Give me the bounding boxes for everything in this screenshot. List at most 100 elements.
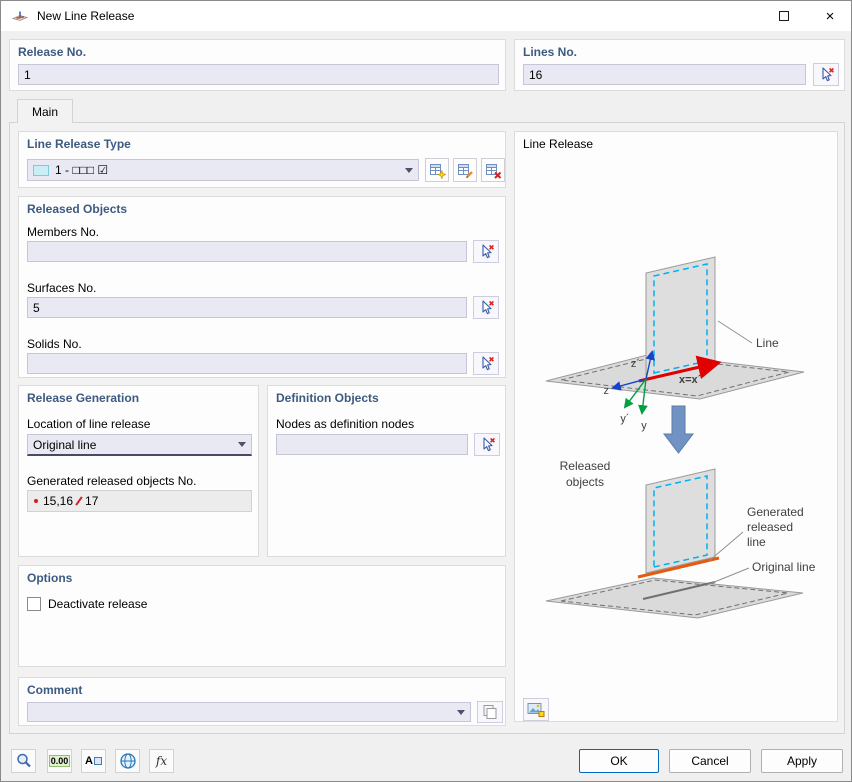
display-options-button[interactable]: A	[81, 749, 106, 773]
titlebar: New Line Release ×	[1, 1, 851, 31]
generated-objects-label: Generated released objects No.	[27, 474, 196, 488]
magnifier-icon	[15, 752, 33, 770]
new-type-button[interactable]	[425, 158, 449, 182]
nodes-pick-button[interactable]	[474, 433, 500, 456]
y-prime-label: y´	[620, 413, 629, 425]
close-icon: ×	[826, 8, 835, 25]
lines-no-title: Lines No.	[523, 45, 577, 59]
release-generation-title: Release Generation	[27, 391, 139, 405]
release-generation-group: Release Generation Location of line rele…	[18, 385, 259, 557]
main-tab-panel: Line Release Type 1 - □□□ ☑	[9, 122, 845, 734]
lines-no-group: Lines No.	[514, 39, 845, 91]
comment-select[interactable]	[27, 702, 471, 722]
vertical-surface-bottom	[646, 469, 715, 573]
formula-button[interactable]: fx	[149, 749, 174, 773]
original-plate-bottom	[546, 578, 803, 618]
chevron-down-icon	[405, 168, 413, 173]
line-release-type-select[interactable]: 1 - □□□ ☑	[27, 159, 419, 181]
pick-icon	[479, 436, 496, 453]
solids-no-input[interactable]	[27, 353, 467, 374]
deactivate-release-checkbox[interactable]	[27, 597, 41, 611]
new-line-release-dialog: New Line Release × Release No. Lines No.…	[0, 0, 852, 782]
line-label: Line	[756, 336, 779, 350]
app-icon	[12, 8, 28, 24]
tab-main[interactable]: Main	[17, 99, 73, 123]
preview-title: Line Release	[523, 137, 593, 151]
lines-no-input[interactable]	[523, 64, 806, 85]
magnifier-button[interactable]	[11, 749, 36, 773]
generated-label-2: released	[747, 520, 793, 534]
pick-icon	[478, 299, 495, 316]
apply-label: Apply	[787, 754, 817, 768]
delete-type-button[interactable]	[481, 158, 505, 182]
original-line-label: Original line	[752, 560, 816, 574]
members-no-label: Members No.	[27, 225, 99, 239]
location-label: Location of line release	[27, 417, 150, 431]
nodes-label: Nodes as definition nodes	[276, 417, 414, 431]
red-dot-icon	[34, 499, 38, 503]
definition-objects-title: Definition Objects	[276, 391, 379, 405]
options-title: Options	[27, 571, 72, 585]
comment-copy-button[interactable]	[477, 701, 503, 723]
ok-button[interactable]: OK	[579, 749, 659, 773]
z-prime-label: z´	[631, 358, 640, 370]
original-line-pointer	[707, 568, 749, 585]
red-pencil-icon	[75, 496, 82, 505]
members-no-input[interactable]	[27, 241, 467, 262]
window-title: New Line Release	[37, 9, 134, 23]
formula-icon: fx	[156, 754, 167, 768]
options-group: Options Deactivate release	[18, 565, 506, 667]
display-letter-icon: A	[85, 755, 93, 767]
generated-objects-first: 15,16	[43, 494, 73, 508]
line-release-type-group: Line Release Type 1 - □□□ ☑	[18, 131, 506, 188]
location-select[interactable]: Original line	[27, 434, 252, 456]
cancel-button[interactable]: Cancel	[669, 749, 751, 773]
generated-objects-field: 15,16 17	[27, 490, 252, 512]
copy-icon	[482, 704, 498, 720]
line-release-type-title: Line Release Type	[27, 137, 131, 151]
nodes-input[interactable]	[276, 434, 468, 455]
units-button[interactable]: 0.00	[47, 749, 72, 773]
release-no-title: Release No.	[18, 45, 86, 59]
solids-no-pick-button[interactable]	[473, 352, 499, 375]
generated-objects-second: 17	[85, 494, 98, 508]
released-objects-label-2: objects	[566, 475, 604, 489]
definition-objects-group: Definition Objects Nodes as definition n…	[267, 385, 506, 557]
pick-icon	[818, 66, 835, 83]
released-objects-label-1: Released	[560, 459, 611, 473]
release-no-input[interactable]	[18, 64, 499, 85]
z-label: z	[604, 385, 610, 397]
maximize-icon	[779, 11, 789, 21]
surfaces-no-label: Surfaces No.	[27, 281, 96, 295]
delete-type-icon	[485, 162, 502, 179]
generated-label-1: Generated	[747, 505, 804, 519]
apply-button[interactable]: Apply	[761, 749, 843, 773]
ok-label: OK	[610, 754, 627, 768]
pick-icon	[478, 355, 495, 372]
y-label: y	[641, 420, 647, 432]
language-button[interactable]	[115, 749, 140, 773]
lines-no-pick-button[interactable]	[813, 63, 839, 86]
released-objects-title: Released Objects	[27, 202, 127, 216]
units-icon: 0.00	[49, 755, 71, 767]
members-no-pick-button[interactable]	[473, 240, 499, 263]
surfaces-no-pick-button[interactable]	[473, 296, 499, 319]
edit-type-button[interactable]	[453, 158, 477, 182]
released-objects-group: Released Objects Members No. Surfaces No…	[18, 196, 506, 378]
globe-icon	[119, 752, 137, 770]
graphic-settings-button[interactable]	[523, 698, 549, 721]
type-color-swatch	[33, 165, 49, 176]
comment-group: Comment	[18, 677, 506, 726]
release-no-group: Release No.	[9, 39, 506, 91]
deactivate-release-label: Deactivate release	[48, 597, 147, 611]
line-release-preview-group: Line Release z´ z y´	[514, 131, 838, 722]
image-icon	[527, 702, 545, 718]
generated-label-3: line	[747, 535, 766, 549]
maximize-button[interactable]	[761, 1, 807, 31]
line-pointer	[718, 321, 752, 343]
surfaces-no-input[interactable]	[27, 297, 467, 318]
edit-type-icon	[457, 162, 474, 179]
display-box-icon	[94, 757, 102, 765]
close-button[interactable]: ×	[807, 1, 852, 31]
chevron-down-icon	[238, 442, 246, 447]
